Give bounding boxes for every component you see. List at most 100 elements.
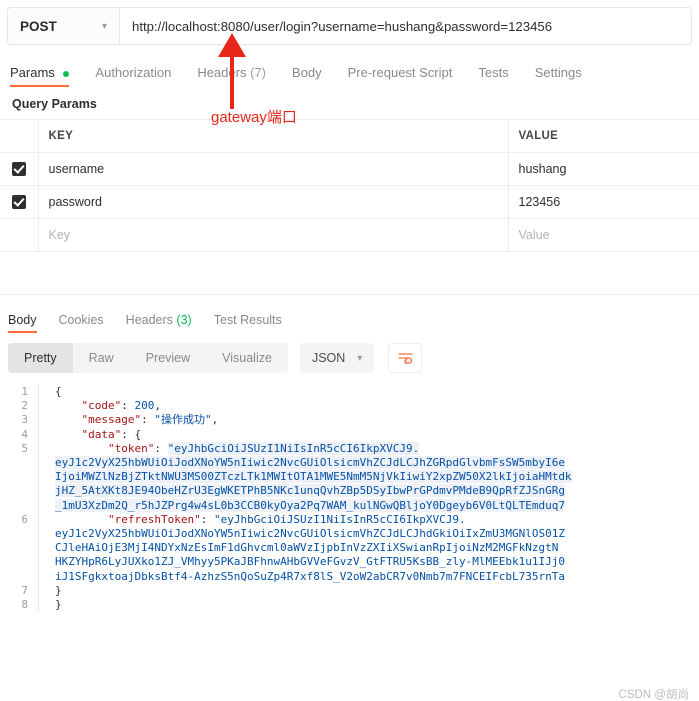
- tab-response-headers-count: (3): [176, 313, 192, 327]
- view-mode-preview-label: Preview: [145, 351, 191, 365]
- colon: :: [141, 413, 148, 427]
- url-input[interactable]: http://localhost:8080/user/login?usernam…: [120, 8, 691, 44]
- code-text: {: [55, 385, 62, 398]
- json-key-token: "token": [107, 441, 155, 455]
- url-text: http://localhost:8080/user/login?usernam…: [132, 18, 553, 34]
- param-value-username[interactable]: hushang: [508, 152, 699, 186]
- json-value-token-line-3: IjoiMWZlNzBjZTktNWU3MS00ZTczLTk1MWItOTA1…: [55, 470, 572, 484]
- tab-settings[interactable]: Settings: [535, 65, 582, 87]
- code-text: "message": "操作成功",: [39, 413, 699, 427]
- code-text: }: [55, 598, 62, 612]
- http-method-select[interactable]: POST ▾: [8, 8, 120, 44]
- panel-divider: [0, 294, 699, 295]
- json-value-code: 200: [134, 399, 155, 413]
- tab-pre-request-script-label: Pre-request Script: [347, 65, 453, 80]
- json-key-refresh-token: "refreshToken": [107, 512, 201, 526]
- json-value-message: "操作成功": [154, 413, 212, 427]
- tab-response-cookies-label: Cookies: [58, 313, 104, 327]
- table-row: username hushang: [0, 152, 699, 186]
- tab-test-results[interactable]: Test Results: [214, 313, 282, 333]
- json-value-token-line-2: eyJ1c2VyX25hbWUiOiJodXNoYW5nIiwic2NvcGUi…: [55, 456, 565, 470]
- code-text: "code": 200,: [39, 399, 699, 413]
- view-mode-pretty[interactable]: Pretty: [8, 343, 73, 373]
- tab-tests[interactable]: Tests: [478, 65, 508, 87]
- view-mode-raw-label: Raw: [88, 351, 114, 365]
- view-mode-raw[interactable]: Raw: [73, 343, 130, 373]
- json-value-refresh-token-line-2: eyJ1c2VyX25hbWUiOiJodXNoYW5nIiwic2NvcGUi…: [55, 527, 565, 541]
- query-params-table: KEY VALUE username hushang password 1234…: [0, 119, 699, 252]
- table-row: password 123456: [0, 185, 699, 219]
- line-number: 2: [21, 399, 28, 413]
- table-header-row: KEY VALUE: [0, 119, 699, 153]
- annotation-arrow-icon: [218, 33, 246, 109]
- json-value-refresh-token-line-4: HKZYHpR6LyJUXko1ZJ_VMhyy5PKaJBFhnwAHbGVV…: [55, 555, 565, 569]
- json-value-token-line-5: _1mU3XzDm2Q_r5hJZPrg4w4sL0b3CCB0kyOya2Pq…: [55, 498, 565, 512]
- param-key-empty[interactable]: Key: [38, 218, 509, 252]
- request-tabs: Params Authorization Headers (7) Body Pr…: [0, 57, 699, 87]
- line-number: 8: [21, 598, 28, 612]
- json-value-refresh-token-line-1: "eyJhbGciOiJSUzI1NiIsInR5cCI6IkpXVCJ9.: [213, 512, 466, 526]
- param-key-username[interactable]: username: [38, 152, 509, 186]
- tab-authorization[interactable]: Authorization: [95, 65, 171, 87]
- view-mode-preview[interactable]: Preview: [130, 343, 206, 373]
- line-number: 7: [21, 583, 28, 597]
- tab-body[interactable]: Body: [292, 65, 322, 87]
- json-key-data: "data": [81, 427, 122, 441]
- tab-settings-label: Settings: [534, 65, 582, 80]
- tab-authorization-label: Authorization: [95, 65, 172, 80]
- word-wrap-button[interactable]: [388, 343, 423, 373]
- column-header-value: VALUE: [508, 119, 699, 153]
- code-text: "data": {: [39, 428, 699, 442]
- brace: {: [134, 427, 142, 441]
- select-all-cell[interactable]: [0, 119, 39, 153]
- json-value-refresh-token-line-3: CJleHAiOjE3MjI4NDYxNzEsImF1dGhvcml0aWVzI…: [55, 541, 559, 555]
- params-modified-dot-icon: [63, 70, 70, 77]
- json-value-token-line-4: jHZ_5AtXKt8JE94ObeHZrU3EgWKETPhB5NKc1unq…: [55, 484, 565, 498]
- tab-params[interactable]: Params: [10, 65, 70, 87]
- code-line-6: 6 "refreshToken": "eyJhbGciOiJSUzI1NiIsI…: [0, 512, 699, 584]
- response-tabs: Body Cookies Headers (3) Test Results: [0, 305, 699, 333]
- code-line-4: 4 "data": {: [0, 427, 699, 442]
- view-mode-pretty-label: Pretty: [24, 351, 57, 365]
- line-number: 4: [21, 427, 28, 441]
- checkbox-checked-icon: [11, 162, 26, 177]
- checkbox-checked-icon: [11, 195, 26, 210]
- code-line-2: 2 "code": 200,: [0, 399, 699, 414]
- line-number: 5: [21, 441, 28, 455]
- line-number: 1: [21, 385, 28, 398]
- tab-response-body[interactable]: Body: [8, 313, 37, 333]
- row-checkbox-password[interactable]: [0, 185, 39, 219]
- param-value-empty[interactable]: Value: [508, 218, 699, 252]
- code-line-5: 5 "token": "eyJhbGciOiJSUzI1NiIsInR5cCI6…: [0, 441, 699, 513]
- tab-pre-request-script[interactable]: Pre-request Script: [348, 65, 453, 87]
- chevron-down-icon: ▾: [357, 352, 363, 364]
- param-value-password[interactable]: 123456: [508, 185, 699, 219]
- json-value-token-line-1: "eyJhbGciOiJSUzI1NiIsInR5cCI6IkpXVCJ9.: [167, 441, 420, 455]
- code-line-7: 7 }: [0, 583, 699, 599]
- json-key-message: "message": [81, 413, 142, 427]
- postman-window: POST ▾ http://localhost:8080/user/login?…: [0, 7, 699, 701]
- colon: :: [121, 399, 128, 413]
- code-text: "refreshToken": "eyJhbGciOiJSUzI1NiIsInR…: [39, 513, 699, 584]
- tab-tests-label: Tests: [478, 65, 509, 80]
- tab-params-label: Params: [10, 65, 55, 80]
- response-body-viewer[interactable]: 1 { 2 "code": 200, 3 "message": "操作成功", …: [0, 385, 699, 655]
- response-view-mode-group: Pretty Raw Preview Visualize: [8, 343, 288, 373]
- code-text: "token": "eyJhbGciOiJSUzI1NiIsInR5cCI6Ik…: [39, 441, 699, 513]
- table-row: Key Value: [0, 218, 699, 252]
- param-key-password[interactable]: password: [38, 185, 509, 219]
- tab-response-headers[interactable]: Headers (3): [126, 313, 192, 333]
- row-checkbox-empty[interactable]: [0, 218, 39, 252]
- line-number: 6: [21, 512, 28, 526]
- colon: :: [200, 512, 208, 526]
- response-format-select[interactable]: JSON ▾: [299, 343, 375, 373]
- view-mode-visualize[interactable]: Visualize: [206, 343, 288, 373]
- code-text: }: [55, 583, 62, 597]
- watermark: CSDN @胡尚: [618, 689, 689, 701]
- tab-response-cookies[interactable]: Cookies: [59, 313, 104, 333]
- view-mode-visualize-label: Visualize: [222, 351, 272, 365]
- http-method-label: POST: [20, 18, 57, 34]
- panel-divider-space: [0, 252, 699, 294]
- tab-body-label: Body: [291, 65, 322, 80]
- row-checkbox-username[interactable]: [0, 152, 39, 186]
